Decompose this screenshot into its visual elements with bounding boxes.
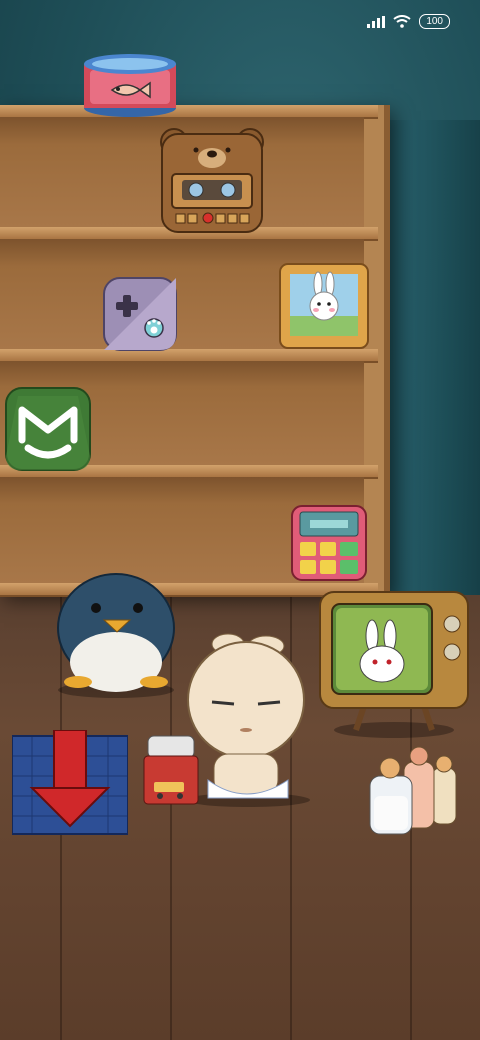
bunny-tv-app[interactable] [318, 590, 470, 745]
penguin-toy-icon [57, 573, 175, 698]
toy-car-icon [143, 735, 199, 805]
milk-bottles-icon [369, 746, 457, 835]
game-controller-app[interactable] [102, 276, 178, 357]
bunny-photo-frame-icon [279, 263, 369, 349]
download-arrow-blocks-icon [11, 729, 129, 835]
game-controller-icon [103, 277, 177, 351]
wifi-icon [393, 15, 411, 28]
toy-car [142, 734, 200, 811]
download-blocks-app[interactable] [11, 729, 129, 841]
penguin-toy [46, 570, 186, 705]
signal-bars-icon [367, 15, 386, 28]
fish-tank-icon [84, 54, 176, 117]
mi-app[interactable] [4, 386, 92, 477]
status-bar: 100 [367, 14, 450, 29]
calculator-app[interactable] [290, 504, 368, 587]
calculator-icon [291, 505, 367, 581]
battery-indicator: 100 [419, 14, 450, 29]
bear-cassette-app[interactable] [156, 126, 268, 239]
fish-tank-app[interactable] [82, 52, 178, 123]
bear-cassette-icon [160, 128, 264, 233]
milk-bottles-app[interactable] [368, 746, 464, 843]
mi-logo-icon [5, 387, 91, 471]
bunny-photo-frame-app[interactable] [278, 262, 370, 355]
bunny-tv-icon [319, 591, 469, 738]
